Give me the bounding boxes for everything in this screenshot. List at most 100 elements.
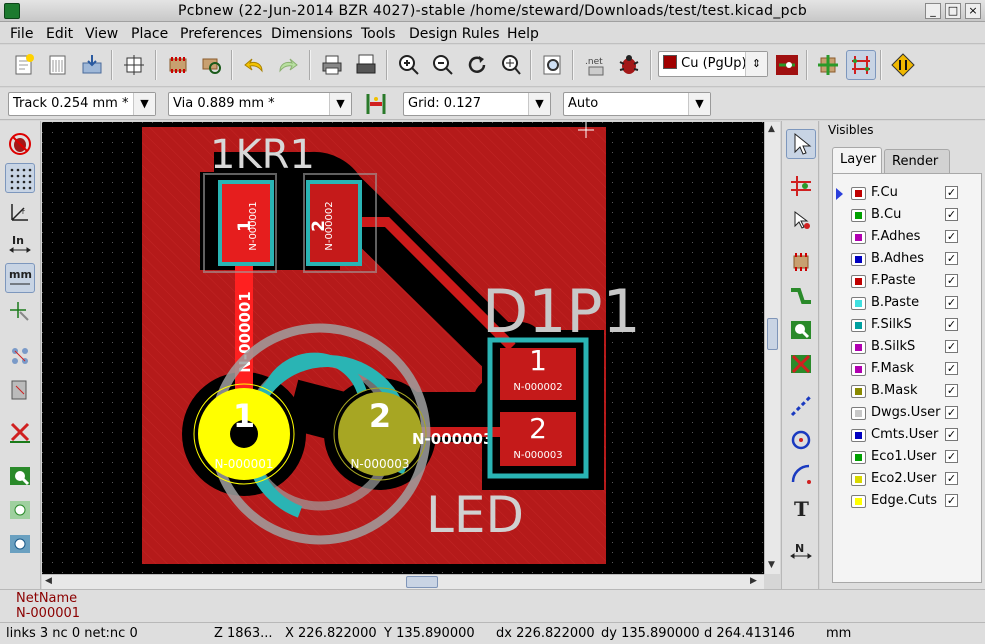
redo-button[interactable]	[273, 50, 303, 80]
vertical-scrollbar[interactable]: ▲ ▼	[764, 122, 780, 574]
layer-color-swatch[interactable]	[851, 231, 866, 244]
layer-row[interactable]: Eco2.User ✓	[833, 468, 981, 490]
layer-visible-checkbox[interactable]: ✓	[945, 428, 958, 441]
layer-visible-checkbox[interactable]: ✓	[945, 362, 958, 375]
layer-visible-checkbox[interactable]: ✓	[945, 494, 958, 507]
maximize-button[interactable]: □	[945, 3, 961, 19]
auto-delete-track-button[interactable]	[5, 417, 35, 447]
layer-row[interactable]: Dwgs.User ✓	[833, 402, 981, 424]
add-circle-button[interactable]	[786, 425, 816, 455]
select-tool-button[interactable]	[786, 129, 816, 159]
layer-row[interactable]: F.Cu ✓	[833, 182, 981, 204]
add-footprint-button[interactable]	[786, 247, 816, 277]
footprint-viewer-button[interactable]	[197, 50, 227, 80]
layer-color-swatch[interactable]	[851, 429, 866, 442]
board-view[interactable]: 1KR1 1 N-000001 2 N-000002 N-000001 1 N-…	[42, 122, 764, 574]
scroll-down-icon[interactable]: ▼	[768, 560, 775, 570]
menu-view[interactable]: View	[85, 26, 118, 42]
layer-row[interactable]: B.Adhes ✓	[833, 248, 981, 270]
horizontal-scrollbar[interactable]: ◀ ▶	[42, 574, 764, 589]
close-window-button[interactable]: ×	[965, 3, 981, 19]
layer-color-swatch[interactable]	[851, 253, 866, 266]
autoplace-button[interactable]	[813, 50, 843, 80]
layer-visible-checkbox[interactable]: ✓	[945, 318, 958, 331]
auto-track-width-button[interactable]	[361, 89, 391, 119]
grid-origin-button[interactable]: N	[786, 535, 816, 565]
add-text-button[interactable]: T	[786, 493, 816, 523]
layer-pair-button[interactable]	[772, 50, 802, 80]
menu-edit[interactable]: Edit	[46, 26, 73, 42]
layer-color-swatch[interactable]	[851, 297, 866, 310]
zoom-select[interactable]: Auto ▼	[563, 92, 711, 116]
page-settings-button[interactable]	[119, 50, 149, 80]
layer-color-swatch[interactable]	[851, 385, 866, 398]
layer-color-swatch[interactable]	[851, 341, 866, 354]
track-width-select[interactable]: Track 0.254 mm * ▼	[8, 92, 156, 116]
show-zones-button[interactable]	[5, 461, 35, 491]
layer-visible-checkbox[interactable]: ✓	[945, 252, 958, 265]
cursor-shape-button[interactable]	[5, 297, 35, 327]
layer-row[interactable]: F.Adhes ✓	[833, 226, 981, 248]
layer-visible-checkbox[interactable]: ✓	[945, 296, 958, 309]
scroll-up-icon[interactable]: ▲	[768, 124, 775, 134]
menu-design-rules[interactable]: Design Rules	[409, 26, 500, 42]
scroll-right-icon[interactable]: ▶	[750, 576, 757, 586]
mm-units-button[interactable]: mm	[5, 263, 35, 293]
tab-layer[interactable]: Layer	[832, 147, 882, 174]
layer-row[interactable]: B.Paste ✓	[833, 292, 981, 314]
add-arc-button[interactable]	[786, 459, 816, 489]
via-size-select[interactable]: Via 0.889 mm * ▼	[168, 92, 352, 116]
autoroute-button[interactable]	[846, 50, 876, 80]
add-graphic-line-button[interactable]	[786, 391, 816, 421]
zone-outline-button[interactable]	[5, 495, 35, 525]
pcb-canvas[interactable]: 1KR1 1 N-000001 2 N-000002 N-000001 1 N-…	[42, 122, 764, 574]
module-ratsnest-button[interactable]	[5, 375, 35, 405]
layer-visible-checkbox[interactable]: ✓	[945, 472, 958, 485]
layer-row[interactable]: B.Cu ✓	[833, 204, 981, 226]
zoom-out-button[interactable]	[428, 50, 458, 80]
vertical-scroll-thumb[interactable]	[767, 318, 778, 350]
layer-visible-checkbox[interactable]: ✓	[945, 208, 958, 221]
highlight-net-button[interactable]	[786, 171, 816, 201]
drc-off-button[interactable]	[5, 129, 35, 159]
menu-preferences[interactable]: Preferences	[180, 26, 262, 42]
save-board-button[interactable]	[77, 50, 107, 80]
layer-row[interactable]: F.Mask ✓	[833, 358, 981, 380]
layer-row[interactable]: Cmts.User ✓	[833, 424, 981, 446]
menu-help[interactable]: Help	[507, 26, 539, 42]
drc-button[interactable]	[614, 50, 644, 80]
layer-row[interactable]: F.Paste ✓	[833, 270, 981, 292]
undo-button[interactable]	[239, 50, 269, 80]
load-footprint-button[interactable]	[163, 50, 193, 80]
layer-row[interactable]: F.SilkS ✓	[833, 314, 981, 336]
find-button[interactable]	[538, 50, 568, 80]
layer-visible-checkbox[interactable]: ✓	[945, 186, 958, 199]
horizontal-scroll-thumb[interactable]	[406, 576, 438, 588]
zoom-in-button[interactable]	[394, 50, 424, 80]
layer-color-swatch[interactable]	[851, 209, 866, 222]
menu-tools[interactable]: Tools	[361, 26, 396, 42]
layer-color-swatch[interactable]	[851, 319, 866, 332]
minimize-button[interactable]: _	[925, 3, 941, 19]
zoom-fit-button[interactable]	[496, 50, 526, 80]
local-ratsnest-button[interactable]	[786, 205, 816, 235]
zone-sketch-button[interactable]	[5, 529, 35, 559]
redraw-button[interactable]	[462, 50, 492, 80]
keepout-zone-button[interactable]	[786, 349, 816, 379]
layer-visible-checkbox[interactable]: ✓	[945, 384, 958, 397]
show-ratsnest-button[interactable]	[5, 341, 35, 371]
plot-button[interactable]	[351, 50, 381, 80]
polar-coords-button[interactable]: r	[5, 197, 35, 227]
layer-row[interactable]: Edge.Cuts ✓	[833, 490, 981, 512]
layer-color-swatch[interactable]	[851, 495, 866, 508]
tab-render[interactable]: Render	[884, 149, 950, 174]
scroll-left-icon[interactable]: ◀	[45, 576, 52, 586]
layer-visible-checkbox[interactable]: ✓	[945, 450, 958, 463]
layer-color-swatch[interactable]	[851, 187, 866, 200]
layer-visible-checkbox[interactable]: ✓	[945, 274, 958, 287]
menu-file[interactable]: File	[10, 26, 33, 42]
inch-units-button[interactable]: In	[5, 229, 35, 259]
show-grid-button[interactable]	[5, 163, 35, 193]
menu-dimensions[interactable]: Dimensions	[271, 26, 353, 42]
layer-color-swatch[interactable]	[851, 473, 866, 486]
